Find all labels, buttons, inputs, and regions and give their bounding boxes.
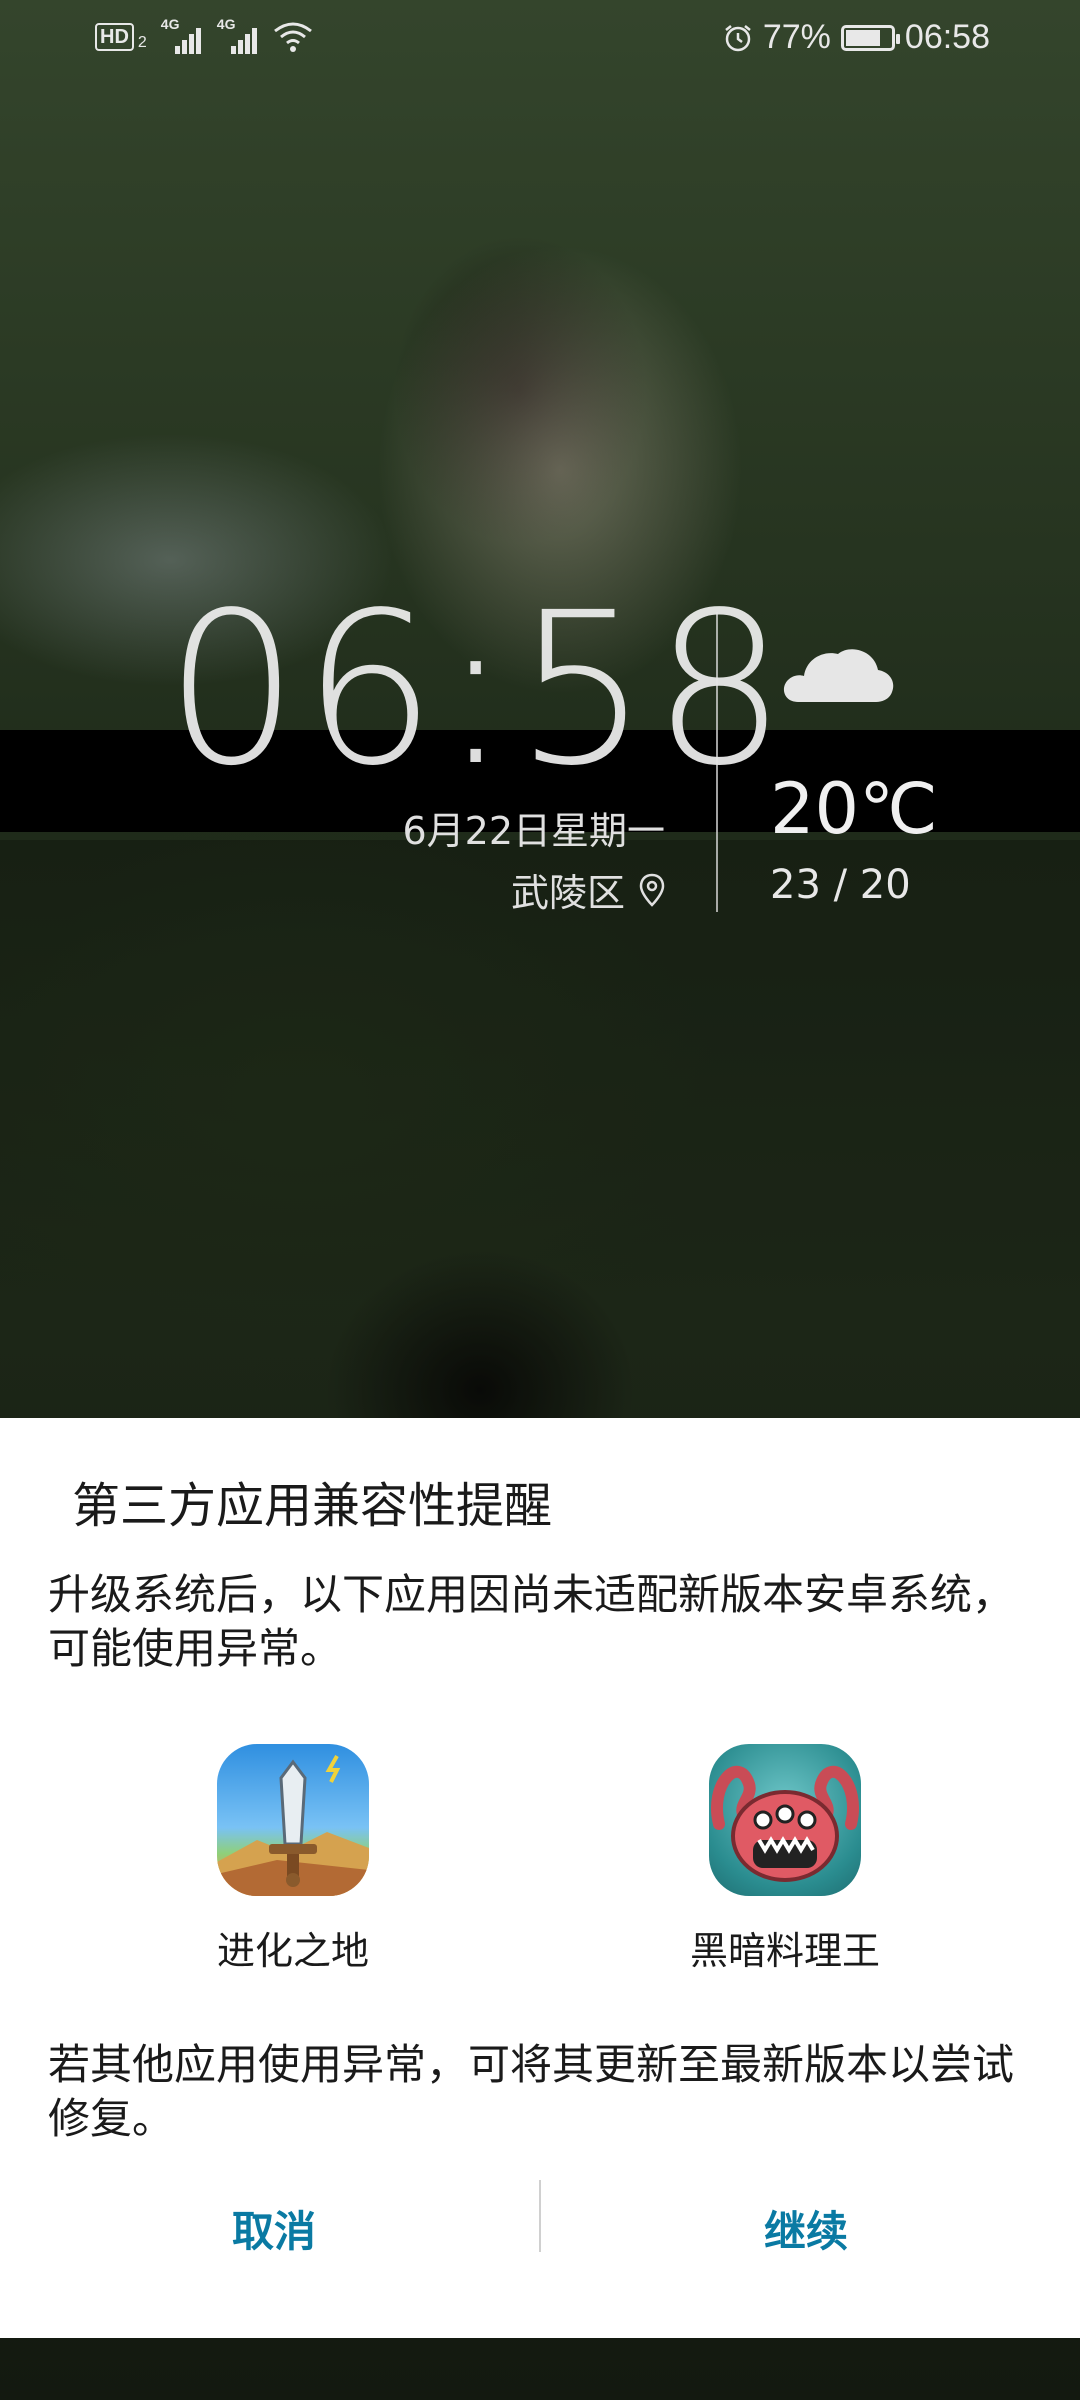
cancel-button[interactable]: 取消	[10, 2180, 538, 2276]
battery-percent: 77%	[762, 18, 831, 56]
dialog-title: 第三方应用兼容性提醒	[72, 1478, 553, 1534]
battery-icon	[840, 24, 900, 51]
button-divider	[539, 2180, 541, 2252]
signal-label: 4G	[160, 16, 180, 32]
status-time: 06:58	[904, 18, 990, 56]
signal-icon: 4G	[217, 16, 259, 54]
cloud-icon	[783, 649, 894, 702]
wifi-icon	[273, 22, 312, 52]
battery-fill	[845, 29, 880, 46]
temperature-range: 23 / 20	[770, 862, 911, 908]
octopus-app-icon	[709, 1744, 861, 1896]
dialog-note: 若其他应用使用异常，可将其更新至最新版本以尝试修复。	[48, 2040, 1015, 2143]
continue-button[interactable]: 继续	[542, 2180, 1070, 2276]
dialog-button-row: 取消 继续	[0, 2180, 1080, 2276]
app-name: 进化之地	[216, 1929, 369, 1973]
app-item: 黑暗料理王	[655, 1744, 915, 1975]
compatibility-dialog: 第三方应用兼容性提醒 升级系统后，以下应用因尚未适配新版本安卓系统，可能使用异常…	[0, 1418, 1080, 2338]
hd-sub-label: 2	[137, 34, 147, 51]
signal-label: 4G	[216, 16, 236, 32]
dialog-message: 升级系统后，以下应用因尚未适配新版本安卓系统，可能使用异常。	[48, 1570, 1015, 1673]
lock-date: 6月22日星期一	[402, 809, 665, 853]
location-pin-icon	[639, 873, 665, 907]
status-bar: HD 2 4G 4G 77% 06:58	[0, 0, 1080, 80]
sword-app-icon	[217, 1744, 369, 1896]
lock-clock: 06:58	[165, 567, 791, 812]
lock-location: 武陵区	[511, 862, 665, 917]
status-bar-right: 77% 06:58	[723, 18, 990, 57]
hd-icon: HD	[95, 23, 134, 51]
status-bar-left: HD 2 4G 4G	[95, 16, 313, 54]
lock-screen: HD 2 4G 4G 77% 06:58 06:58 6月22日星期一 武陵区 …	[0, 0, 1080, 2400]
clock-weather-divider	[716, 612, 718, 912]
alarm-icon	[725, 24, 751, 51]
location-label: 武陵区	[510, 871, 625, 915]
app-name: 黑暗料理王	[689, 1929, 880, 1973]
app-item: 进化之地	[163, 1744, 423, 1975]
signal-icon: 4G	[161, 16, 203, 54]
temperature: 20℃	[770, 768, 938, 850]
